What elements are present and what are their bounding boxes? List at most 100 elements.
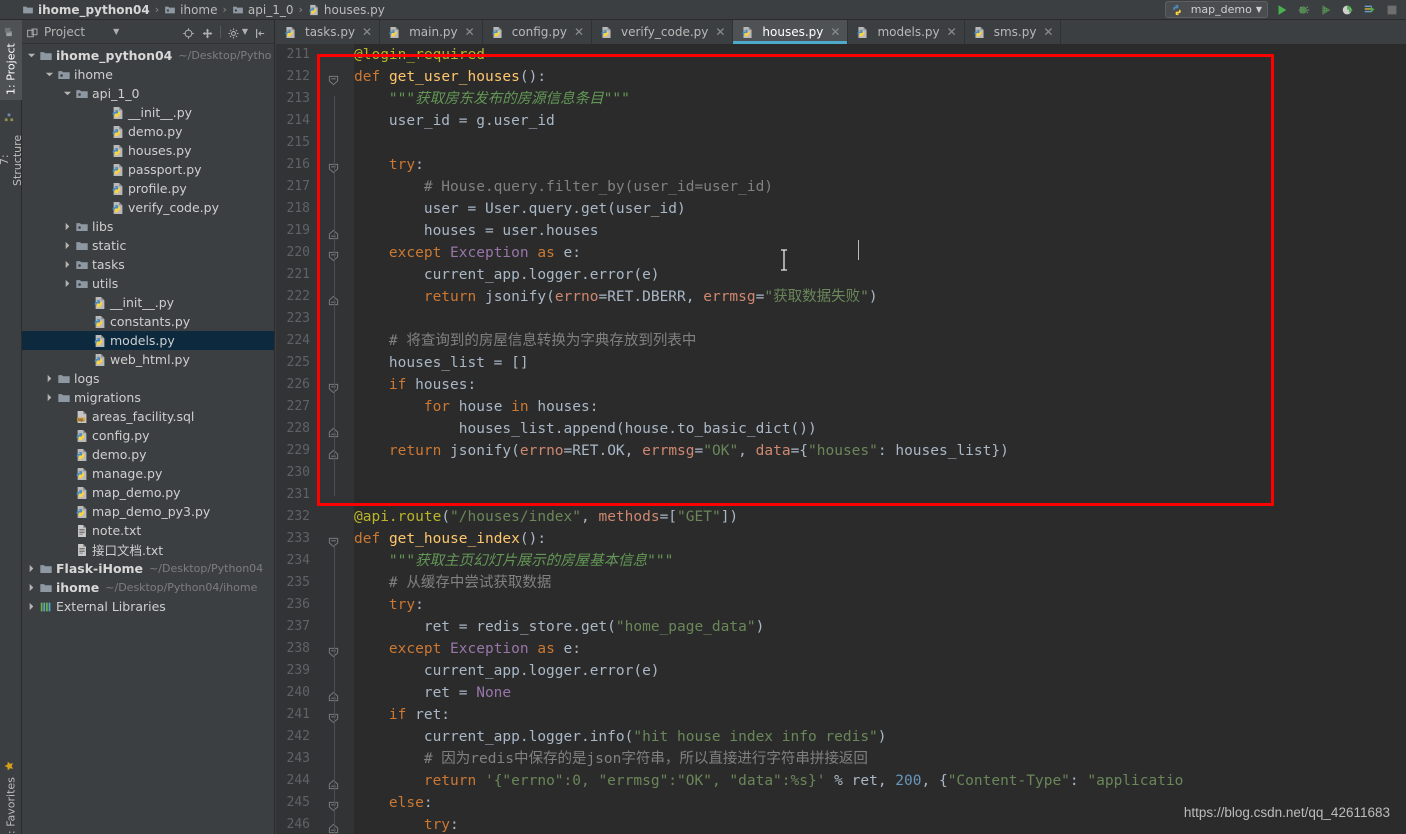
tree-item-models-py[interactable]: models.py bbox=[22, 331, 274, 350]
tree-item-config-py[interactable]: config.py bbox=[22, 426, 274, 445]
collapse-icon[interactable] bbox=[254, 25, 267, 38]
code-line[interactable]: if ret: bbox=[354, 704, 1406, 726]
sidebar-item-structure[interactable]: 7: Structure bbox=[0, 106, 24, 196]
coverage-icon[interactable] bbox=[1317, 1, 1334, 18]
chevron-down-icon[interactable]: ▼ bbox=[1256, 5, 1262, 14]
chevron-down-icon[interactable] bbox=[24, 51, 38, 60]
chevron-down-icon[interactable] bbox=[60, 89, 74, 98]
chevron-right-icon[interactable] bbox=[24, 583, 38, 592]
code-line[interactable]: @login_required bbox=[354, 44, 1406, 66]
chevron-right-icon[interactable] bbox=[24, 564, 38, 573]
code-line[interactable] bbox=[354, 462, 1406, 484]
close-icon[interactable]: ✕ bbox=[830, 25, 840, 39]
code-line[interactable]: try: bbox=[354, 594, 1406, 616]
chevron-down-icon[interactable] bbox=[42, 70, 56, 79]
tree-item-tasks[interactable]: tasks bbox=[22, 255, 274, 274]
run-icon[interactable] bbox=[1273, 1, 1290, 18]
sidebar-item-project[interactable]: 1: Project bbox=[0, 20, 22, 100]
tree-item-constants-py[interactable]: constants.py bbox=[22, 312, 274, 331]
chevron-right-icon[interactable] bbox=[60, 241, 74, 250]
breadcrumb-item-ihome-python04[interactable]: ihome_python04 bbox=[22, 3, 150, 17]
code-content[interactable]: @login_required def get_user_houses(): ""… bbox=[354, 44, 1406, 834]
code-line[interactable]: houses = user.houses bbox=[354, 220, 1406, 242]
tree-item-__init__-py[interactable]: __init__.py bbox=[22, 103, 274, 122]
tree-item-utils[interactable]: utils bbox=[22, 274, 274, 293]
tree-item-areas_facility-sql[interactable]: SQL areas_facility.sql bbox=[22, 407, 274, 426]
code-line[interactable]: return jsonify(errno=RET.OK, errmsg="OK"… bbox=[354, 440, 1406, 462]
code-line[interactable]: # 从缓存中尝试获取数据 bbox=[354, 572, 1406, 594]
tab-config-py[interactable]: config.py ✕ bbox=[483, 20, 593, 44]
tree-item--txt[interactable]: 接口文档.txt bbox=[22, 540, 274, 559]
tree-item-__init__-py[interactable]: __init__.py bbox=[22, 293, 274, 312]
settings-gear-icon[interactable] bbox=[227, 25, 240, 39]
tree-item-flask-ihome[interactable]: Flask-iHome ~/Desktop/Python04 bbox=[22, 559, 274, 578]
tree-item-verify_code-py[interactable]: verify_code.py bbox=[22, 198, 274, 217]
tree-item-external-libraries[interactable]: External Libraries bbox=[22, 597, 274, 616]
tab-tasks-py[interactable]: tasks.py ✕ bbox=[276, 20, 381, 44]
chevron-right-icon[interactable] bbox=[60, 260, 74, 269]
tab-verify_code-py[interactable]: verify_code.py ✕ bbox=[592, 20, 734, 44]
code-line[interactable] bbox=[354, 484, 1406, 506]
code-line[interactable]: except Exception as e: bbox=[354, 638, 1406, 660]
code-line[interactable]: except Exception as e: bbox=[354, 242, 1406, 264]
tree-item-web_html-py[interactable]: web_html.py bbox=[22, 350, 274, 369]
run-configuration-selector[interactable]: map_demo ▼ bbox=[1164, 1, 1268, 18]
chevron-down-icon[interactable]: ▼ bbox=[242, 27, 248, 36]
tree-item-static[interactable]: static bbox=[22, 236, 274, 255]
tree-item-ihome_python04[interactable]: ihome_python04 ~/Desktop/Pytho bbox=[22, 46, 274, 65]
close-icon[interactable]: ✕ bbox=[715, 25, 725, 39]
tab-models-py[interactable]: models.py ✕ bbox=[848, 20, 965, 44]
code-line[interactable]: for house in houses: bbox=[354, 396, 1406, 418]
chevron-right-icon[interactable] bbox=[42, 393, 56, 402]
code-line[interactable]: user_id = g.user_id bbox=[354, 110, 1406, 132]
tree-item-api_1_0[interactable]: api_1_0 bbox=[22, 84, 274, 103]
code-line[interactable]: houses_list = [] bbox=[354, 352, 1406, 374]
tree-item-libs[interactable]: libs bbox=[22, 217, 274, 236]
tab-main-py[interactable]: main.py ✕ bbox=[380, 20, 483, 44]
code-line[interactable]: @api.route("/houses/index", methods=["GE… bbox=[354, 506, 1406, 528]
code-line[interactable] bbox=[354, 308, 1406, 330]
close-icon[interactable]: ✕ bbox=[574, 25, 584, 39]
profile-icon[interactable] bbox=[1339, 1, 1356, 18]
tab-sms-py[interactable]: sms.py ✕ bbox=[965, 20, 1062, 44]
chevron-right-icon[interactable] bbox=[24, 602, 38, 611]
code-line[interactable]: # 因为redis中保存的是json字符串，所以直接进行字符串拼接返回 bbox=[354, 748, 1406, 770]
code-line[interactable]: return jsonify(errno=RET.DBERR, errmsg="… bbox=[354, 286, 1406, 308]
tree-item-manage-py[interactable]: manage.py bbox=[22, 464, 274, 483]
sidebar-item-favorites[interactable]: 2: Favorites bbox=[0, 755, 22, 834]
tree-item-houses-py[interactable]: houses.py bbox=[22, 141, 274, 160]
tree-item-migrations[interactable]: migrations bbox=[22, 388, 274, 407]
code-line[interactable]: def get_user_houses(): bbox=[354, 66, 1406, 88]
code-line[interactable]: ret = None bbox=[354, 682, 1406, 704]
tree-item-profile-py[interactable]: profile.py bbox=[22, 179, 274, 198]
code-line[interactable]: if houses: bbox=[354, 374, 1406, 396]
close-icon[interactable]: ✕ bbox=[1043, 25, 1053, 39]
close-icon[interactable]: ✕ bbox=[947, 25, 957, 39]
code-line[interactable]: current_app.logger.info("hit house index… bbox=[354, 726, 1406, 748]
project-tree[interactable]: ihome_python04 ~/Desktop/Pytho ihome api_1_… bbox=[22, 44, 274, 616]
tree-item-map_demo-py[interactable]: map_demo.py bbox=[22, 483, 274, 502]
code-line[interactable]: def get_house_index(): bbox=[354, 528, 1406, 550]
tree-item-note-txt[interactable]: note.txt bbox=[22, 521, 274, 540]
tree-item-map_demo_py3-py[interactable]: map_demo_py3.py bbox=[22, 502, 274, 521]
close-icon[interactable]: ✕ bbox=[465, 25, 475, 39]
tree-item-demo-py[interactable]: demo.py bbox=[22, 445, 274, 464]
code-line[interactable]: # 将查询到的房屋信息转换为字典存放到列表中 bbox=[354, 330, 1406, 352]
tree-item-ihome[interactable]: ihome ~/Desktop/Python04/ihome bbox=[22, 578, 274, 597]
fold-expand-icon[interactable] bbox=[328, 71, 341, 86]
code-editor[interactable]: 211 212 213 214 215 216 217 218 219 220 221 222 223 2… bbox=[276, 44, 1406, 834]
chevron-right-icon[interactable] bbox=[60, 222, 74, 231]
tree-item-logs[interactable]: logs bbox=[22, 369, 274, 388]
attach-icon[interactable] bbox=[1361, 1, 1378, 18]
code-line[interactable]: ret = redis_store.get("home_page_data") bbox=[354, 616, 1406, 638]
breadcrumb-item-houses-py[interactable]: houses.py bbox=[308, 3, 385, 17]
tab-houses-py[interactable]: houses.py ✕ bbox=[733, 20, 849, 44]
code-line[interactable]: houses_list.append(house.to_basic_dict()… bbox=[354, 418, 1406, 440]
chevron-right-icon[interactable] bbox=[42, 374, 56, 383]
code-line[interactable]: """获取房东发布的房源信息条目""" bbox=[354, 88, 1406, 110]
code-line[interactable]: user = User.query.get(user_id) bbox=[354, 198, 1406, 220]
editor-gutter[interactable]: 211 212 213 214 215 216 217 218 219 220 221 222 223 2… bbox=[276, 44, 354, 834]
chevron-down-icon[interactable]: ▼ bbox=[113, 27, 119, 36]
breadcrumb-item-ihome[interactable]: ihome bbox=[164, 3, 218, 17]
tree-item-ihome[interactable]: ihome bbox=[22, 65, 274, 84]
